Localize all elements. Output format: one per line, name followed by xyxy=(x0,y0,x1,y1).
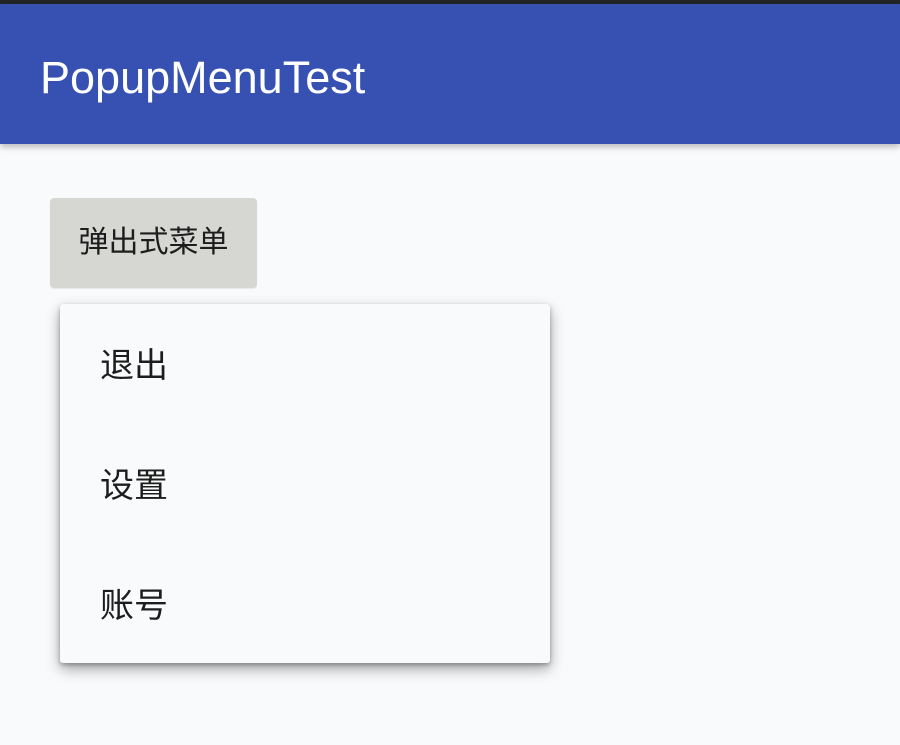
popup-menu: 退出 设置 账号 xyxy=(60,304,550,663)
menu-item-label: 退出 xyxy=(100,346,168,386)
menu-item-account[interactable]: 账号 xyxy=(60,544,550,664)
menu-item-label: 设置 xyxy=(100,466,168,506)
menu-item-settings[interactable]: 设置 xyxy=(60,424,550,544)
popup-menu-button-label: 弹出式菜单 xyxy=(78,226,229,259)
main-content: 弹出式菜单 退出 设置 账号 xyxy=(0,144,900,745)
app-bar: PopupMenuTest xyxy=(0,4,900,144)
menu-item-exit[interactable]: 退出 xyxy=(60,304,550,424)
app-title: PopupMenuTest xyxy=(40,52,366,103)
popup-menu-button[interactable]: 弹出式菜单 xyxy=(50,198,257,288)
menu-item-label: 账号 xyxy=(100,586,168,626)
